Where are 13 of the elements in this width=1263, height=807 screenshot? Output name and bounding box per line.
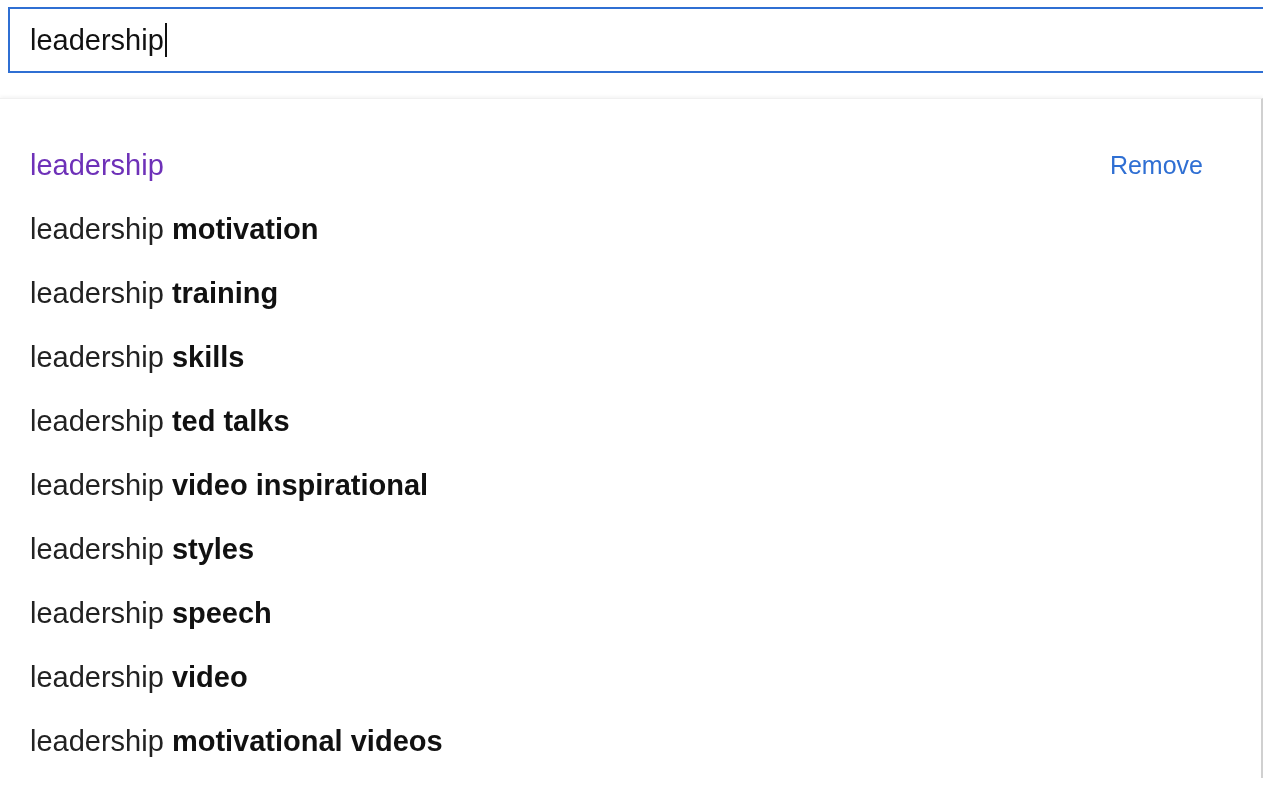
search-suggestion[interactable]: leadership motivation: [30, 212, 1203, 246]
search-suggestion[interactable]: leadership speech: [30, 596, 1203, 630]
remove-link[interactable]: Remove: [1109, 150, 1203, 180]
search-suggestion[interactable]: leadership skills: [30, 340, 1203, 374]
search-suggestion[interactable]: leadership styles: [30, 532, 1203, 566]
search-suggestion[interactable]: leadership training: [30, 276, 1203, 310]
search-suggestion[interactable]: leadership motivational videos: [30, 724, 1203, 758]
history-suggestion[interactable]: leadership: [30, 148, 1110, 182]
search-suggestion[interactable]: leadership video: [30, 660, 1203, 694]
search-field[interactable]: leadership: [8, 7, 1263, 73]
search-suggestion[interactable]: leadership ted talks: [30, 404, 1203, 438]
search-suggestion[interactable]: leadership video inspirational: [30, 468, 1203, 502]
text-cursor: [164, 23, 167, 57]
